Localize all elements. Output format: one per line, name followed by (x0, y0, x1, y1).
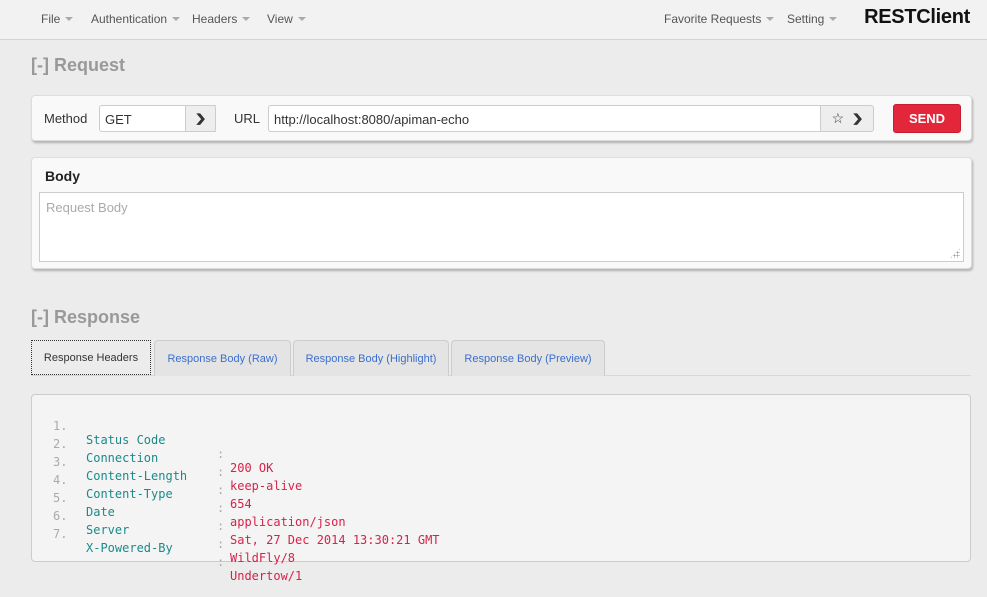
header-key: Date (86, 505, 115, 519)
menu-headers[interactable]: Headers (192, 12, 251, 26)
separator: : (217, 465, 225, 479)
header-key: Connection (86, 451, 159, 465)
separator: : (217, 501, 225, 515)
caret-down-icon (766, 16, 775, 21)
header-value: 200 OK (230, 461, 274, 475)
menu-headers-label: Headers (192, 12, 238, 26)
menu-authentication[interactable]: Authentication (91, 12, 181, 26)
request-bar: Method GET ❯ URL http://localhost:8080/a… (31, 95, 972, 141)
response-section-toggle[interactable]: [-] Response (31, 307, 140, 328)
tab-response-headers[interactable]: Response Headers (31, 340, 151, 375)
caret-down-icon (242, 16, 251, 21)
header-row: 3. Content-Length : 654 (32, 441, 252, 511)
menu-favorite-requests[interactable]: Favorite Requests (664, 12, 775, 26)
header-row: 4. Content-Type : application/json (32, 459, 346, 529)
app-brand: RESTClient (864, 6, 970, 28)
resize-grip-icon[interactable] (950, 248, 960, 258)
header-value: Undertow/1 (230, 569, 303, 583)
line-number: 7. (53, 527, 68, 541)
send-button[interactable]: SEND (893, 104, 961, 133)
star-icon: ☆ (831, 110, 845, 126)
caret-down-icon (297, 16, 306, 21)
header-value: Sat, 27 Dec 2014 13:30:21 GMT (230, 533, 440, 547)
url-label: URL (234, 111, 261, 126)
request-body-textarea[interactable]: Request Body (39, 192, 964, 262)
url-input[interactable]: http://localhost:8080/apiman-echo (268, 105, 820, 132)
body-title: Body (45, 168, 80, 184)
menu-file-label: File (41, 12, 61, 26)
separator: : (217, 483, 225, 497)
caret-down-icon (65, 16, 74, 21)
body-panel: Body Request Body (31, 157, 972, 269)
caret-down-icon (172, 16, 181, 21)
chevron-down-icon: ❯ (851, 113, 864, 125)
header-row: 7. X-Powered-By : Undertow/1 (32, 513, 302, 583)
menu-view[interactable]: View (267, 12, 306, 26)
response-headers-panel: 1. Status Code : 200 OK 2. Connection : … (31, 394, 971, 583)
separator: : (217, 555, 225, 569)
tab-response-body-raw[interactable]: Response Body (Raw) (154, 340, 291, 376)
header-row: 2. Connection : keep-alive (32, 423, 302, 493)
tab-response-body-highlight[interactable]: Response Body (Highlight) (293, 340, 449, 376)
header-key: Server (86, 523, 130, 537)
header-key: Status Code (86, 433, 166, 447)
menu-file[interactable]: File (41, 12, 74, 26)
header-key: Content-Type (86, 487, 173, 501)
menu-favorite-requests-label: Favorite Requests (664, 12, 762, 26)
caret-down-icon (829, 16, 838, 21)
separator: : (217, 537, 225, 551)
method-label: Method (44, 111, 88, 126)
header-key: Content-Length (86, 469, 188, 483)
chevron-down-icon: ❯ (194, 113, 207, 125)
request-body-placeholder: Request Body (46, 200, 128, 215)
menu-setting-label: Setting (787, 12, 825, 26)
header-row: 5. Date : Sat, 27 Dec 2014 13:30:21 GMT (32, 477, 440, 547)
header-value: 654 (230, 497, 252, 511)
header-value: application/json (230, 515, 346, 529)
header-value: WildFly/8 (230, 551, 296, 565)
favorite-url-button[interactable]: ☆ ❯ (820, 105, 874, 132)
separator: : (217, 447, 225, 461)
header-key: X-Powered-By (86, 541, 173, 555)
header-row: 1. Status Code : 200 OK (32, 405, 273, 475)
menu-view-label: View (267, 12, 293, 26)
separator: : (217, 519, 225, 533)
response-tabs: Response Headers Response Body (Raw) Res… (31, 340, 971, 376)
header-row: 6. Server : WildFly/8 (32, 495, 295, 565)
menu-setting[interactable]: Setting (787, 12, 838, 26)
request-section-toggle[interactable]: [-] Request (31, 55, 125, 76)
tab-response-body-preview[interactable]: Response Body (Preview) (451, 340, 605, 376)
header-value: keep-alive (230, 479, 303, 493)
menu-authentication-label: Authentication (91, 12, 168, 26)
top-navbar: File Authentication Headers View Favorit… (0, 0, 987, 40)
method-dropdown-button[interactable]: ❯ (185, 105, 216, 132)
